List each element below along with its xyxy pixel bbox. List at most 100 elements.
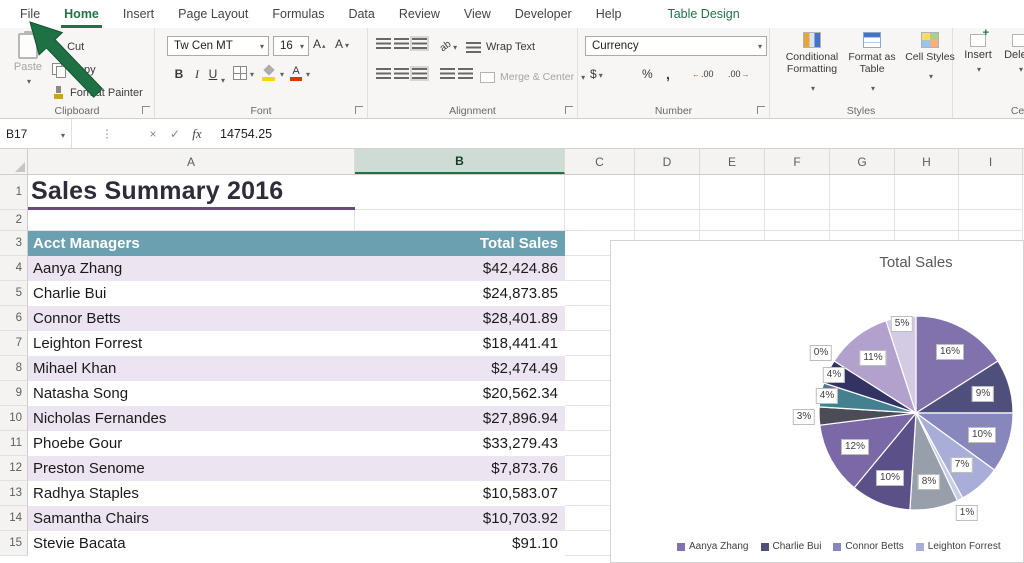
menu-tab-data[interactable]: Data (336, 0, 386, 28)
align-left-button[interactable] (376, 68, 391, 79)
cell-B3[interactable]: Total Sales (355, 231, 565, 256)
row-header-12[interactable]: 12 (0, 456, 28, 481)
wrap-text-button[interactable]: Wrap Text (466, 38, 535, 56)
menu-tab-home[interactable]: Home (52, 0, 111, 28)
bold-button[interactable]: B (171, 64, 187, 84)
cell-B11[interactable]: $33,279.43 (355, 431, 565, 456)
cell-D[interactable] (635, 175, 700, 210)
cell-A8[interactable]: Mihael Khan (28, 356, 355, 381)
cell-B7[interactable]: $18,441.41 (355, 331, 565, 356)
cell-B15[interactable]: $91.10 (355, 531, 565, 556)
row-header-14[interactable]: 14 (0, 506, 28, 531)
column-header-A[interactable]: A (28, 149, 355, 174)
cell-C[interactable] (565, 210, 635, 231)
cell-H[interactable] (895, 175, 959, 210)
format-painter-button[interactable]: Format Painter (52, 84, 143, 102)
align-right-button[interactable] (410, 66, 429, 81)
increase-indent-button[interactable] (458, 68, 473, 79)
delete-cells-button[interactable]: Delete (1001, 34, 1024, 75)
legend-item[interactable]: Charlie Bui (760, 541, 821, 552)
cell-A[interactable] (28, 210, 355, 231)
number-format-select[interactable]: Currency (585, 36, 767, 56)
legend-item[interactable]: Leighton Forrest (915, 541, 1001, 552)
merge-center-button[interactable]: Merge & Center (480, 68, 585, 86)
cell-C[interactable] (565, 175, 635, 210)
cell-B[interactable] (355, 210, 565, 231)
cell-B8[interactable]: $2,474.49 (355, 356, 565, 381)
conditional-formatting-button[interactable]: Conditional Formatting (784, 32, 840, 96)
legend-item[interactable]: Connor Betts (833, 541, 904, 552)
column-header-I[interactable]: I (959, 149, 1023, 174)
column-header-B[interactable]: B (355, 149, 565, 174)
underline-dropdown-icon[interactable] (219, 70, 225, 88)
cell-B13[interactable]: $10,583.07 (355, 481, 565, 506)
borders-button[interactable] (233, 64, 254, 82)
cell-B[interactable] (355, 175, 565, 210)
menu-tab-view[interactable]: View (452, 0, 503, 28)
cell-H[interactable] (895, 210, 959, 231)
formula-bar-splitter[interactable] (72, 119, 142, 148)
decrease-indent-button[interactable] (440, 68, 455, 79)
cell-I[interactable] (959, 210, 1023, 231)
cell-A5[interactable]: Charlie Bui (28, 281, 355, 306)
menu-tab-review[interactable]: Review (387, 0, 452, 28)
decrease-font-size-button[interactable]: A (335, 37, 349, 51)
menu-tab-formulas[interactable]: Formulas (260, 0, 336, 28)
column-header-D[interactable]: D (635, 149, 700, 174)
percent-style-button[interactable]: % (642, 64, 653, 84)
cell-A14[interactable]: Samantha Chairs (28, 506, 355, 531)
increase-font-size-button[interactable]: A (313, 37, 326, 51)
middle-align-button[interactable] (394, 38, 409, 49)
row-header-1[interactable]: 1 (0, 175, 28, 210)
copy-button[interactable]: Copy (52, 61, 96, 79)
cell-A4[interactable]: Aanya Zhang (28, 256, 355, 281)
align-center-button[interactable] (394, 68, 409, 79)
cell-A3[interactable]: Acct Managers (28, 231, 355, 256)
cancel-button[interactable]: × (142, 127, 164, 141)
cell-E[interactable] (700, 210, 765, 231)
cell-B6[interactable]: $28,401.89 (355, 306, 565, 331)
menu-tab-table-design[interactable]: Table Design (655, 0, 751, 28)
column-header-G[interactable]: G (830, 149, 895, 174)
top-align-button[interactable] (376, 38, 391, 49)
decrease-decimal-button[interactable]: .00 (728, 66, 750, 82)
orientation-button[interactable]: ab (438, 37, 457, 55)
cell-A15[interactable]: Stevie Bacata (28, 531, 355, 556)
cell-G[interactable] (830, 210, 895, 231)
format-as-table-button[interactable]: Format as Table (844, 32, 900, 96)
insert-function-button[interactable]: fx (186, 126, 208, 142)
increase-decimal-button[interactable]: .00 (692, 66, 714, 82)
select-all-button[interactable] (0, 149, 28, 174)
menu-tab-help[interactable]: Help (584, 0, 634, 28)
font-color-button[interactable] (289, 64, 310, 82)
row-header-7[interactable]: 7 (0, 331, 28, 356)
cell-D[interactable] (635, 210, 700, 231)
cell-A13[interactable]: Radhya Staples (28, 481, 355, 506)
name-box[interactable]: B17 (0, 119, 72, 148)
paste-button[interactable]: Paste (6, 31, 50, 87)
column-header-F[interactable]: F (765, 149, 830, 174)
cell-B9[interactable]: $20,562.34 (355, 381, 565, 406)
font-name-select[interactable]: Tw Cen MT (167, 36, 269, 56)
cell-B5[interactable]: $24,873.85 (355, 281, 565, 306)
cell-B4[interactable]: $42,424.86 (355, 256, 565, 281)
row-header-6[interactable]: 6 (0, 306, 28, 331)
font-size-select[interactable]: 16 (273, 36, 309, 56)
row-header-8[interactable]: 8 (0, 356, 28, 381)
row-header-2[interactable]: 2 (0, 210, 28, 231)
cell-B10[interactable]: $27,896.94 (355, 406, 565, 431)
cell-A7[interactable]: Leighton Forrest (28, 331, 355, 356)
menu-tab-insert[interactable]: Insert (111, 0, 166, 28)
cell-F[interactable] (765, 210, 830, 231)
row-header-3[interactable]: 3 (0, 231, 28, 256)
row-header-4[interactable]: 4 (0, 256, 28, 281)
fill-color-button[interactable] (261, 64, 284, 82)
cell-A10[interactable]: Nicholas Fernandes (28, 406, 355, 431)
cut-button[interactable]: Cut (52, 38, 84, 56)
italic-button[interactable]: I (189, 64, 205, 84)
cell-G[interactable] (830, 175, 895, 210)
menu-tab-page-layout[interactable]: Page Layout (166, 0, 260, 28)
row-header-10[interactable]: 10 (0, 406, 28, 431)
column-header-H[interactable]: H (895, 149, 959, 174)
enter-button[interactable]: ✓ (164, 127, 186, 141)
